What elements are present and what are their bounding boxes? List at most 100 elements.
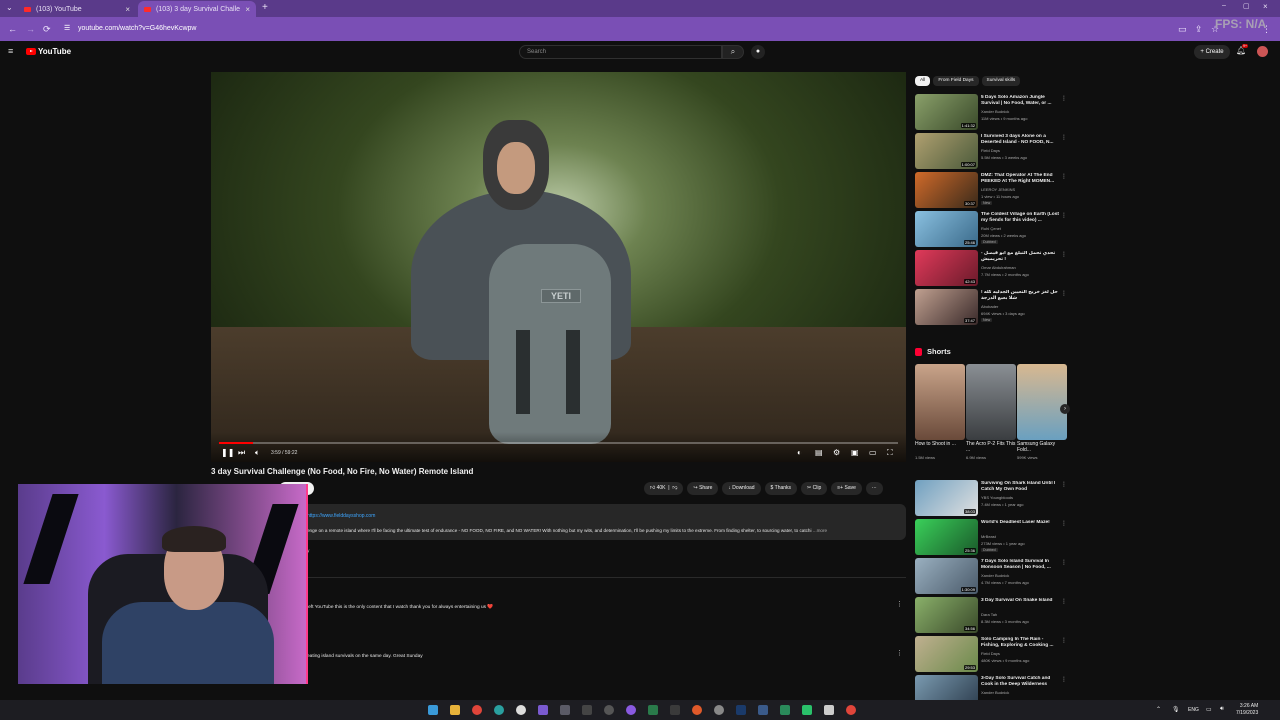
channel-name[interactable]: Field Days xyxy=(981,148,1000,153)
channel-name[interactable]: YBS Youngbloods xyxy=(981,495,1013,500)
hamburger-menu-icon[interactable]: ≡ xyxy=(8,46,13,56)
video-thumbnail[interactable]: 1:30:09 xyxy=(915,558,978,594)
app-icon[interactable] xyxy=(692,705,702,715)
reload-icon[interactable]: ⟳ xyxy=(43,24,51,35)
channel-name[interactable]: MrBeast xyxy=(981,534,996,539)
app-icon[interactable] xyxy=(582,705,592,715)
start-icon[interactable] xyxy=(428,705,438,715)
app-icon[interactable] xyxy=(780,705,790,715)
miniplayer-icon[interactable]: ▣ xyxy=(851,448,859,457)
clock[interactable]: 3:26 AM 7/19/2023 xyxy=(1236,703,1258,717)
edge-icon[interactable] xyxy=(494,705,504,715)
video-title[interactable]: تحدي تحمل التبلغ مع ابو فيصل - تحريميش ! xyxy=(981,251,1061,263)
video-title[interactable]: Solo Camping In The Rain - Fishing, Expl… xyxy=(981,637,1061,649)
short-item[interactable]: Samsung Galaxy Fold... 599K views xyxy=(1017,364,1067,460)
voice-search-button[interactable]: ● xyxy=(751,45,765,59)
more-vert-icon[interactable]: ⋮ xyxy=(1061,559,1067,566)
more-vert-icon[interactable]: ⋮ xyxy=(1061,676,1067,683)
app-icon[interactable] xyxy=(802,705,812,715)
video-thumbnail[interactable]: 42:43 xyxy=(915,250,978,286)
more-vert-icon[interactable]: ⋮ xyxy=(1061,290,1067,297)
app-icon[interactable] xyxy=(758,705,768,715)
app-icon[interactable] xyxy=(516,705,526,715)
steam-icon[interactable] xyxy=(736,705,746,715)
recommended-video[interactable]: 25:46 The Coldest Village on Earth (Lost … xyxy=(915,211,1067,247)
app-icon[interactable] xyxy=(648,705,658,715)
minimize-icon[interactable]: – xyxy=(1222,2,1226,9)
save-button[interactable]: ≡+ Save xyxy=(831,482,862,495)
more-vert-icon[interactable]: ⋮ xyxy=(1061,212,1067,219)
tab-youtube-home[interactable]: (103) YouTube × xyxy=(18,1,136,17)
short-item[interactable]: How to Shoot in ... 1.5M views xyxy=(915,364,965,460)
video-thumbnail[interactable]: 1:41:32 xyxy=(915,94,978,130)
short-item[interactable]: The Acro P-2 Fits This ... 6.9M views xyxy=(966,364,1016,460)
chrome-icon[interactable] xyxy=(846,705,856,715)
search-input[interactable]: Search xyxy=(519,45,722,59)
more-vert-icon[interactable]: ⋮ xyxy=(1061,251,1067,258)
like-button[interactable]: 👍︎ 40K | 👎︎ xyxy=(644,482,684,495)
channel-name[interactable]: LEEROY JENKINS xyxy=(981,187,1015,192)
video-title[interactable]: 3 Day Survival On Snake Island xyxy=(981,598,1061,610)
fullscreen-icon[interactable]: ⛶ xyxy=(887,448,893,458)
chip-all[interactable]: All xyxy=(915,76,931,86)
shorts-next-arrow-icon[interactable]: › xyxy=(1060,404,1070,414)
channel-name[interactable]: Omar Abdulrahman xyxy=(981,265,1016,270)
thanks-button[interactable]: $ Thanks xyxy=(764,482,798,495)
maximize-icon[interactable]: ▢ xyxy=(1243,2,1250,10)
video-title[interactable]: The Coldest Village on Earth (Lost my fi… xyxy=(981,212,1061,224)
volume-tray-icon[interactable]: 🔊︎ xyxy=(1220,706,1224,713)
next-icon[interactable]: ⏭︎ xyxy=(238,448,245,458)
more-vert-icon[interactable]: ⋮ xyxy=(1061,481,1067,488)
description-box[interactable] xyxy=(211,504,906,540)
video-title[interactable]: DMZ: That Operator At The End PEEKED At … xyxy=(981,173,1061,185)
network-icon[interactable]: ▭ xyxy=(1206,706,1212,713)
channel-name[interactable]: Xander Budnick xyxy=(981,573,1009,578)
youtube-logo[interactable]: YouTube xyxy=(26,47,71,56)
recommended-video[interactable]: 30:37 DMZ: That Operator At The End PEEKE… xyxy=(915,172,1067,208)
app-icon[interactable] xyxy=(714,705,724,715)
autoplay-toggle-icon[interactable]: ◐ xyxy=(797,448,802,457)
pause-icon[interactable]: ❚❚ xyxy=(221,448,234,457)
window-close-icon[interactable]: × xyxy=(1263,2,1268,11)
video-thumbnail[interactable]: 38:03 xyxy=(915,480,978,516)
theater-mode-icon[interactable]: ▭ xyxy=(869,448,877,457)
tray-mic-icon[interactable]: 🎙︎ xyxy=(1172,706,1180,713)
tab-current-video[interactable]: (103) 3 day Survival Challe × xyxy=(138,1,256,17)
url-input[interactable]: ☰ youtube.com/watch?v=G46hevKcwpw xyxy=(60,22,1160,36)
video-thumbnail[interactable]: 1:00:07 xyxy=(915,133,978,169)
video-thumbnail[interactable]: 29:53 xyxy=(915,636,978,672)
new-tab-icon[interactable]: + xyxy=(262,2,268,13)
video-thumbnail[interactable]: 37:47 xyxy=(915,289,978,325)
more-actions-button[interactable]: ⋯ xyxy=(865,482,883,495)
recommended-video[interactable]: 37:47 حل لغز خريج التعيين الجدليه كله ! ش… xyxy=(915,289,1067,325)
channel-name[interactable]: Field Days xyxy=(981,651,1000,656)
channel-name[interactable]: Ruhi Çenet xyxy=(981,226,1001,231)
recommended-video[interactable]: 1:30:09 7 Days Solo Island Survival In Mo… xyxy=(915,558,1067,594)
description-more[interactable]: ...more xyxy=(813,528,827,533)
recommended-video[interactable]: 25:36 World's Deadliest Laser Maze! MrBeas… xyxy=(915,519,1067,555)
description-link[interactable]: https://www.fielddaysshop.com xyxy=(307,513,375,519)
tab-list-icon[interactable]: ⌄ xyxy=(6,3,13,12)
video-title[interactable]: I Survived 3 days Alone on a Deserted Is… xyxy=(981,134,1061,146)
video-title[interactable]: 5 Days Solo Amazon Jungle Survival | No … xyxy=(981,95,1061,107)
chip-survival-skills[interactable]: Survival skills xyxy=(981,76,1021,86)
search-button[interactable]: ⌕ xyxy=(722,45,744,59)
video-thumbnail[interactable]: 25:36 xyxy=(915,519,978,555)
recommended-video[interactable]: 1:00:07 I Survived 3 days Alone on a Dese… xyxy=(915,133,1067,169)
app-icon[interactable] xyxy=(538,705,548,715)
video-title[interactable]: World's Deadliest Laser Maze! xyxy=(981,520,1061,532)
language-indicator[interactable]: ENG xyxy=(1188,707,1199,713)
progress-bar[interactable] xyxy=(219,442,898,444)
clip-button[interactable]: ✂ Clip xyxy=(801,482,828,495)
tray-chevron-icon[interactable]: ⌃ xyxy=(1156,706,1161,713)
recommended-video[interactable]: 1:41:32 5 Days Solo Amazon Jungle Surviva… xyxy=(915,94,1067,130)
comment-menu-icon[interactable]: ⋮ xyxy=(896,649,903,657)
cast-icon[interactable]: ▭ xyxy=(1178,24,1187,35)
download-button[interactable]: ↓ Download xyxy=(722,482,761,495)
close-icon[interactable]: × xyxy=(245,5,250,14)
channel-name[interactable]: Dara Tah xyxy=(981,612,997,617)
video-thumbnail[interactable]: 25:46 xyxy=(915,211,978,247)
share-page-icon[interactable]: ⇪ xyxy=(1195,24,1203,35)
video-title[interactable]: حل لغز خريج التعيين الجدليه كله ! شلا بع… xyxy=(981,290,1061,302)
comment-menu-icon[interactable]: ⋮ xyxy=(896,600,903,608)
